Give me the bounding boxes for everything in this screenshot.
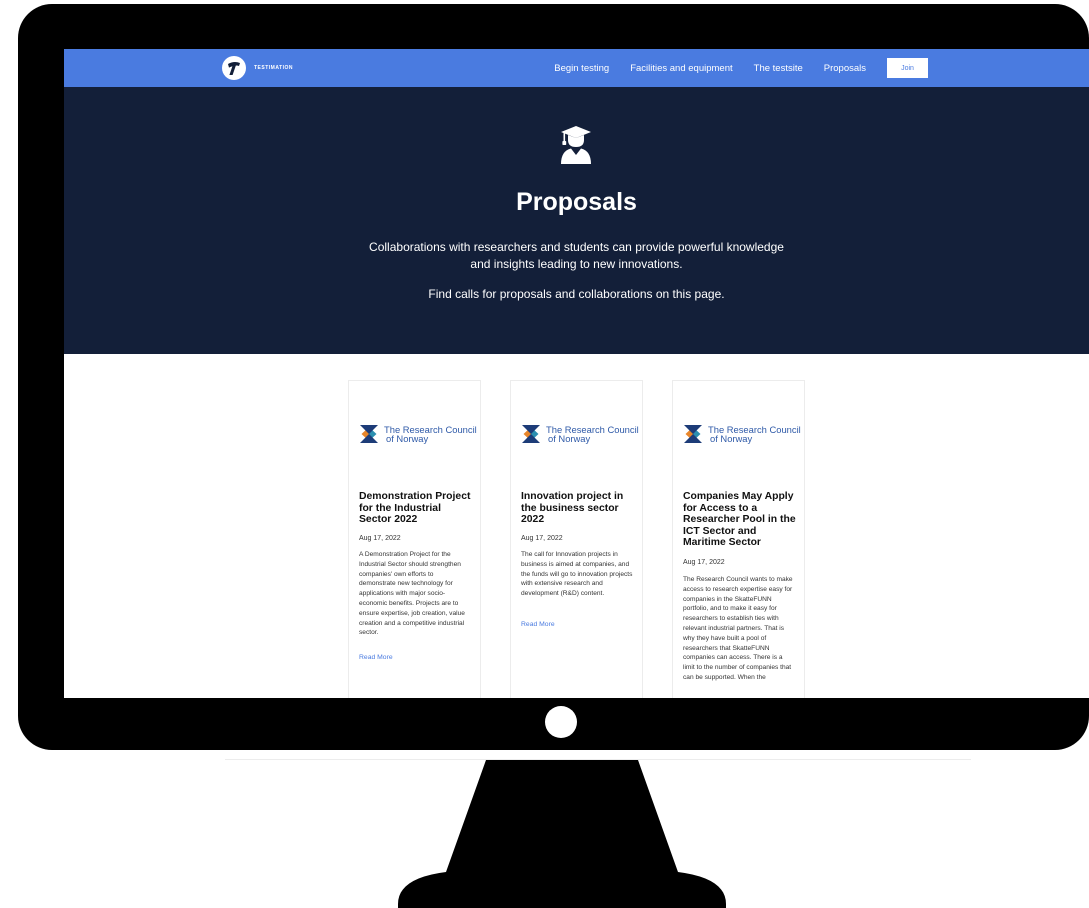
monitor-stand: [398, 760, 726, 908]
card-title[interactable]: Innovation project in the business secto…: [521, 491, 635, 526]
testimation-logo-icon: [222, 56, 246, 80]
research-council-logo-icon: [684, 425, 702, 443]
monitor-screen: TESTIMATION Begin testing Facilities and…: [64, 49, 1089, 698]
proposal-card[interactable]: The Research Council of Norway Companies…: [672, 380, 805, 698]
nav-link-proposals[interactable]: Proposals: [824, 63, 866, 74]
hero-section: Proposals Collaborations with researcher…: [64, 87, 1089, 354]
logo-text: The Research Council of Norway: [384, 424, 477, 444]
card-excerpt: The call for Innovation projects in busi…: [521, 551, 633, 598]
brand-name: TESTIMATION: [254, 65, 294, 71]
top-navbar: TESTIMATION Begin testing Facilities and…: [64, 49, 1089, 87]
monitor-camera-dot: [545, 706, 577, 738]
card-excerpt: A Demonstration Project for the Industri…: [359, 551, 465, 637]
proposal-card[interactable]: The Research Council of Norway Innovatio…: [510, 380, 643, 698]
nav-link-facilities[interactable]: Facilities and equipment: [630, 63, 732, 74]
page-title: Proposals: [516, 188, 637, 216]
read-more-link[interactable]: Read More: [521, 621, 555, 628]
proposals-list: The Research Council of Norway Demonstra…: [64, 354, 1089, 698]
research-council-logo: The Research Council of Norway: [519, 421, 643, 447]
research-council-logo: The Research Council of Norway: [681, 421, 805, 447]
card-date: Aug 17, 2022: [521, 535, 563, 542]
logo-text: The Research Council of Norway: [546, 424, 639, 444]
logo-text-line2: of Norway: [548, 433, 591, 444]
card-date: Aug 17, 2022: [683, 559, 725, 566]
hero-subtext: Find calls for proposals and collaborati…: [428, 287, 725, 301]
logo-text-line2: of Norway: [386, 433, 429, 444]
logo-text: The Research Council of Norway: [708, 424, 801, 444]
nav-link-begin-testing[interactable]: Begin testing: [554, 63, 609, 74]
research-council-logo: The Research Council of Norway: [357, 421, 481, 447]
proposal-card[interactable]: The Research Council of Norway Demonstra…: [348, 380, 481, 698]
logo-text-line2: of Norway: [710, 433, 753, 444]
hero-description: Collaborations with researchers and stud…: [369, 240, 784, 271]
card-date: Aug 17, 2022: [359, 535, 401, 542]
research-council-logo-icon: [360, 425, 378, 443]
brand-logo[interactable]: TESTIMATION: [222, 56, 293, 80]
join-button[interactable]: Join: [887, 58, 928, 78]
nav-link-testsite[interactable]: The testsite: [754, 63, 803, 74]
nav-links: Begin testing Facilities and equipment T…: [533, 49, 928, 87]
graduate-icon: [561, 126, 591, 164]
read-more-link[interactable]: Read More: [359, 654, 393, 661]
card-title[interactable]: Companies May Apply for Access to a Rese…: [683, 491, 797, 549]
research-council-logo-icon: [522, 425, 540, 443]
card-title[interactable]: Demonstration Project for the Industrial…: [359, 491, 473, 526]
hero-description-block: Collaborations with researchers and stud…: [64, 239, 1089, 303]
card-excerpt: The Research Council wants to make acces…: [683, 576, 793, 681]
